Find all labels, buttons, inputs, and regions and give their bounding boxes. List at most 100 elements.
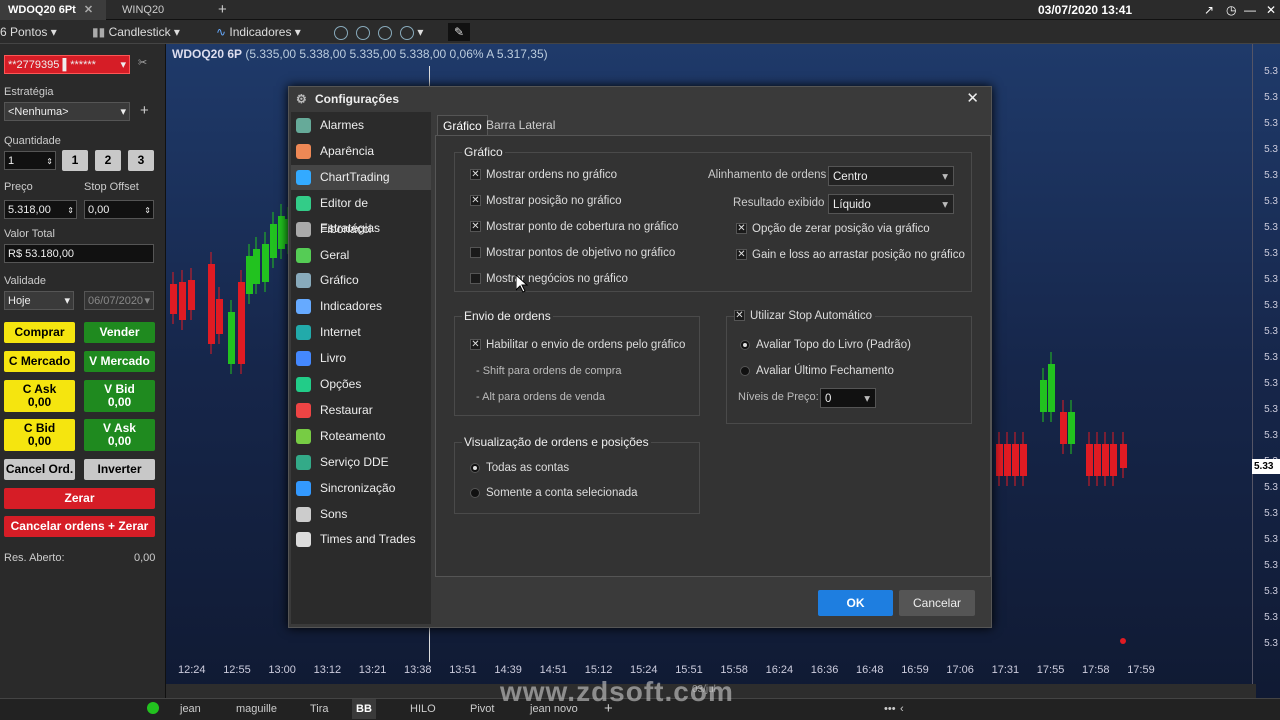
sell-bid-button[interactable]: V Bid 0,00 <box>84 380 155 412</box>
strategy-select[interactable]: <Nenhuma> ▾ <box>4 102 130 121</box>
nav-item-sincroniza-o[interactable]: Sincronização <box>291 476 431 501</box>
nav-item-charttrading[interactable]: ChartTrading <box>291 164 431 190</box>
bottom-tab-tira[interactable]: Tira <box>306 699 333 719</box>
zoom-fit-icon[interactable] <box>378 23 392 41</box>
validity-select[interactable]: Hoje ▾ <box>4 291 74 310</box>
grafico-check-label: Mostrar posição no gráfico <box>486 195 622 207</box>
x-tick: 13:21 <box>358 664 387 676</box>
zero-button[interactable]: Zerar <box>4 488 155 509</box>
sell-ask-button[interactable]: V Ask 0,00 <box>84 419 155 451</box>
bottom-tab-pivot[interactable]: Pivot <box>466 699 498 719</box>
cancel-orders-button[interactable]: Cancel Ord. <box>4 459 75 480</box>
nav-item-op-es[interactable]: Opções <box>291 372 431 397</box>
grafico-check-1[interactable]: ✕ Mostrar posição no gráfico <box>470 193 622 209</box>
grafico-check-0[interactable]: ✕ Mostrar ordens no gráfico <box>470 167 617 183</box>
grafico-check-4[interactable]: Mostrar negócios no gráfico <box>470 271 628 287</box>
zoom-menu-icon[interactable]: ▾ <box>400 23 423 41</box>
history-icon[interactable]: ◷ <box>1226 0 1236 20</box>
nav-item-alarmes[interactable]: Alarmes <box>291 113 431 138</box>
qty-preset-2[interactable]: 2 <box>95 150 121 171</box>
grafico-check-2[interactable]: ✕ Mostrar ponto de cobertura no gráfico <box>470 219 678 235</box>
nav-item-servi-o-dde[interactable]: Serviço DDE <box>291 450 431 475</box>
nav-item-indicadores[interactable]: Indicadores <box>291 294 431 319</box>
candle-body <box>996 444 1003 476</box>
all-accounts-radio[interactable]: Todas as contas <box>470 460 569 476</box>
account-select[interactable]: **2779395 ▌****** ▾ <box>4 55 130 74</box>
export-icon[interactable]: ↗ <box>1204 0 1214 20</box>
zerar-checkbox[interactable]: ✕ Opção de zerar posição via gráfico <box>736 221 930 237</box>
validity-label: Validade <box>4 275 46 287</box>
nav-item-geral[interactable]: Geral <box>291 243 431 268</box>
buy-ask-button[interactable]: C Ask 0,00 <box>4 380 75 412</box>
price-input[interactable]: 5.318,00 ⇕ <box>4 200 77 219</box>
x-tick: 16:36 <box>810 664 839 676</box>
bottom-tab-hilo[interactable]: HILO <box>406 699 440 719</box>
indicators-select[interactable]: ∿ Indicadores ▾ <box>216 23 301 41</box>
buy-bid-button[interactable]: C Bid 0,00 <box>4 419 75 451</box>
stop-topo-radio[interactable]: Avaliar Topo do Livro (Padrão) <box>740 337 911 353</box>
nav-item-apar-ncia[interactable]: Aparência <box>291 139 431 164</box>
close-window-icon[interactable]: ✕ <box>1266 0 1276 20</box>
nav-label: Roteamento <box>320 428 386 443</box>
zoom-in-icon[interactable] <box>334 23 348 41</box>
candlestick-select[interactable]: ▮▮ Candlestick ▾ <box>92 23 180 41</box>
qty-preset-1[interactable]: 1 <box>62 150 88 171</box>
invert-button[interactable]: Inverter <box>84 459 155 480</box>
nav-item-sons[interactable]: Sons <box>291 502 431 527</box>
draw-pen-icon[interactable]: ✎ <box>448 23 470 41</box>
tab-wdoq20[interactable]: WDOQ20 6Pt ✕ <box>0 0 106 20</box>
mouse-cursor-icon <box>516 275 528 293</box>
tab-label: WDOQ20 6Pt <box>8 4 76 16</box>
nav-item-livro[interactable]: Livro <box>291 346 431 371</box>
enable-orders-checkbox[interactable]: ✕ Habilitar o envio de ordens pelo gráfic… <box>470 337 685 353</box>
cancel-zero-button[interactable]: Cancelar ordens + Zerar <box>4 516 155 537</box>
disconnect-icon[interactable]: ✂ <box>138 56 147 69</box>
shift-hint: - Shift para ordens de compra <box>476 365 622 377</box>
nav-icon <box>296 169 311 185</box>
zoom-out-icon[interactable] <box>356 23 370 41</box>
grafico-check-3[interactable]: Mostrar pontos de objetivo no gráfico <box>470 245 675 261</box>
qty-preset-3[interactable]: 3 <box>128 150 154 171</box>
cancel-button[interactable]: Cancelar <box>899 590 975 616</box>
nav-icon <box>296 273 311 289</box>
order-panel: **2779395 ▌****** ▾ ✂ Estratégia <Nenhuma… <box>0 44 170 720</box>
close-icon[interactable]: ✕ <box>84 4 93 16</box>
bottom-tab-bb[interactable]: BB <box>352 699 376 719</box>
ok-button[interactable]: OK <box>818 590 893 616</box>
sell-market-button[interactable]: V Mercado <box>84 351 155 372</box>
close-icon[interactable]: ✕ <box>966 87 979 111</box>
scroll-left-icon[interactable]: ‹ <box>896 699 908 719</box>
minimize-icon[interactable]: — <box>1244 0 1256 20</box>
tab-barra-lateral[interactable]: Barra Lateral <box>481 115 560 135</box>
tab-winq20[interactable]: WINQ20 11Pt✕ <box>114 0 208 36</box>
buy-button[interactable]: Comprar <box>4 322 75 343</box>
nav-item-internet[interactable]: Internet <box>291 320 431 345</box>
stop-fechamento-radio[interactable]: Avaliar Último Fechamento <box>740 363 894 379</box>
levels-input[interactable]: 0 <box>820 388 876 409</box>
nav-item-roteamento[interactable]: Roteamento <box>291 424 431 449</box>
bottom-tab-jean[interactable]: jean <box>176 699 205 719</box>
auto-stop-checkbox[interactable]: ✕ Utilizar Stop Automático <box>734 308 876 324</box>
nav-item-times-and-trades[interactable]: Times and Trades <box>291 527 431 552</box>
checkbox-box: ✕ <box>470 169 481 180</box>
nav-item-fibonacci[interactable]: Fibonacci <box>291 217 431 242</box>
gainloss-checkbox[interactable]: ✕ Gain e loss ao arrastar posição no gráf… <box>736 247 965 263</box>
bottom-tab-maguille[interactable]: maguille <box>232 699 281 719</box>
nav-item-restaurar[interactable]: Restaurar <box>291 398 431 423</box>
result-select[interactable]: Líquido <box>828 194 954 215</box>
add-strategy-icon[interactable]: + <box>140 102 149 119</box>
y-tick: 5.3 <box>1264 274 1278 285</box>
quantity-input[interactable]: 1 ⇕ <box>4 151 56 170</box>
nav-item-editor-de-estrat-gias[interactable]: Editor de Estratégias <box>291 191 431 235</box>
nav-item-gr-fico[interactable]: Gráfico <box>291 268 431 293</box>
buy-market-button[interactable]: C Mercado <box>4 351 75 372</box>
validity-date[interactable]: 06/07/2020 ▾ <box>84 291 154 310</box>
align-select[interactable]: Centro <box>828 166 954 187</box>
points-select[interactable]: 6 Pontos ▾ <box>0 23 57 41</box>
x-tick: 14:39 <box>494 664 522 676</box>
selected-account-radio[interactable]: Somente a conta selecionada <box>470 485 638 501</box>
stop-offset-input[interactable]: 0,00 ⇕ <box>84 200 154 219</box>
sell-button[interactable]: Vender <box>84 322 155 343</box>
clock-text: 03/07/2020 13:41 <box>1038 3 1133 17</box>
add-tab-icon[interactable]: + <box>210 0 235 20</box>
